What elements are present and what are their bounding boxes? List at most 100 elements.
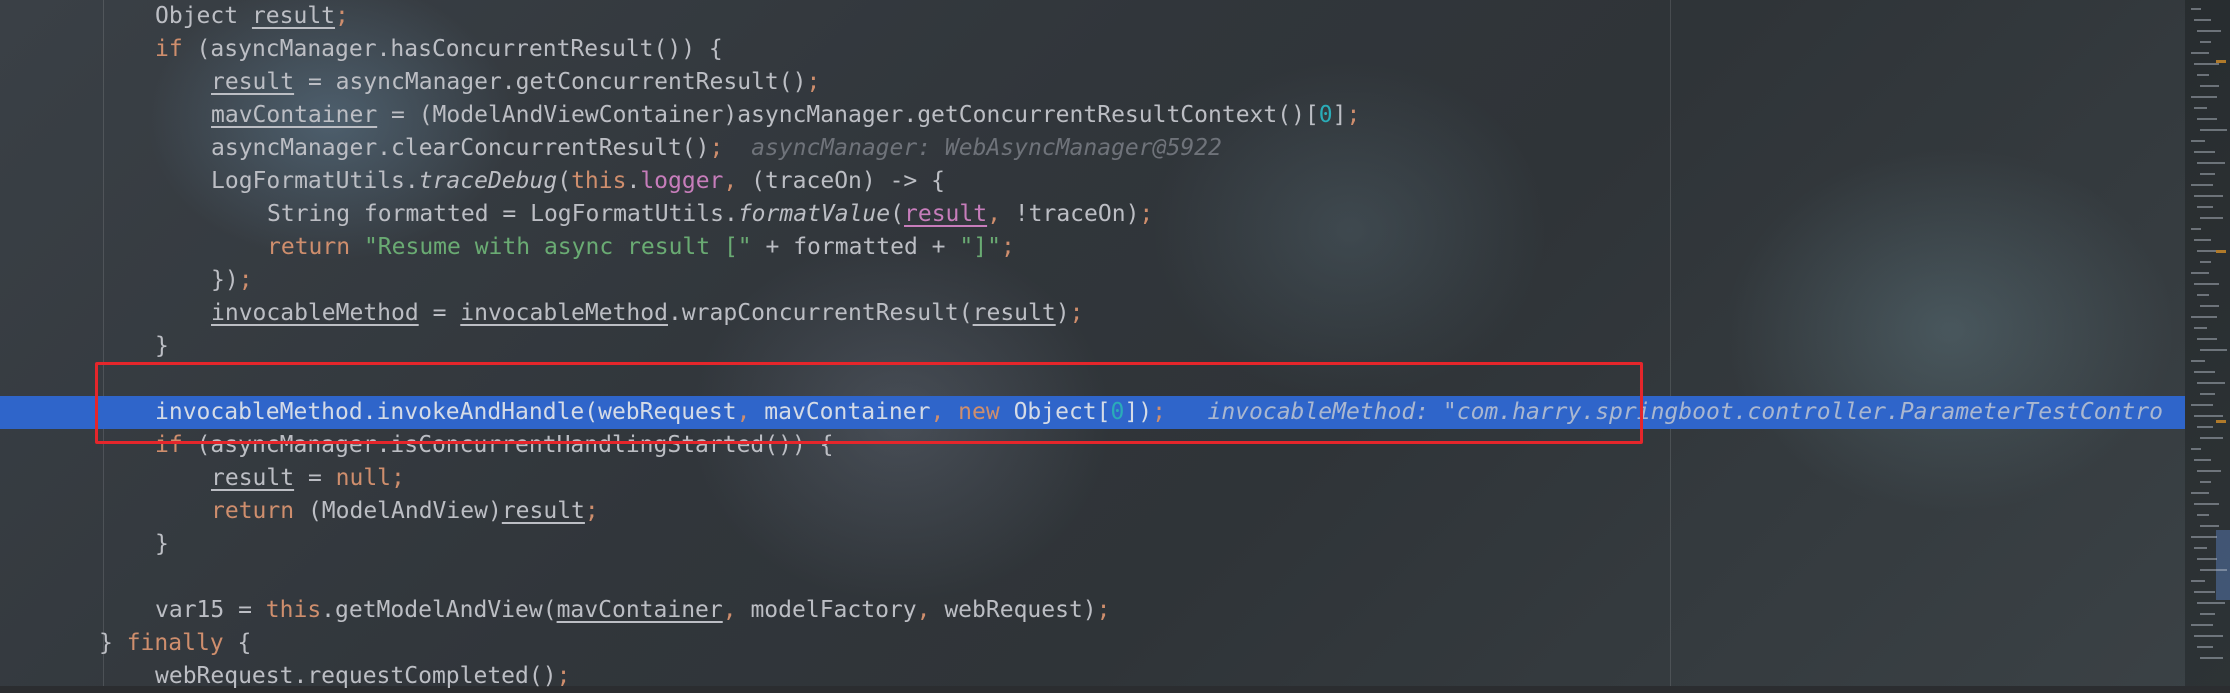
minimap-line xyxy=(2191,360,2205,362)
code-line[interactable]: return (ModelAndView)result; xyxy=(0,495,2185,528)
code-token: asyncManager.clearConcurrentResult() xyxy=(211,135,710,161)
code-token: webRequest.requestCompleted() xyxy=(155,663,557,689)
minimap-line xyxy=(2200,525,2219,527)
code-token: mavContainer xyxy=(211,102,378,128)
minimap-line xyxy=(2191,624,2213,626)
minimap-line xyxy=(2197,74,2209,76)
code-token: result xyxy=(972,300,1056,326)
code-text: String formatted = LogFormatUtils.format… xyxy=(267,198,1153,231)
code-token: ( xyxy=(890,201,904,227)
code-token: , xyxy=(722,597,751,623)
code-token: var15 = xyxy=(155,597,266,623)
minimap-line xyxy=(2194,415,2223,417)
minimap-marker xyxy=(2216,420,2226,423)
code-line[interactable]: Object result; xyxy=(0,0,2185,33)
minimap-line xyxy=(2191,140,2205,142)
minimap-line xyxy=(2191,52,2209,54)
code-token: "Resume with async result [" xyxy=(363,234,752,260)
code-line[interactable]: if (asyncManager.hasConcurrentResult()) … xyxy=(0,33,2185,66)
code-token: ; xyxy=(584,498,599,524)
minimap-scroll-thumb[interactable] xyxy=(2216,530,2230,600)
code-line[interactable]: webRequest.requestCompleted(); xyxy=(0,660,2185,693)
code-line[interactable]: mavContainer = (ModelAndViewContainer)as… xyxy=(0,99,2185,132)
minimap-line xyxy=(2200,569,2227,571)
code-token: } xyxy=(99,630,127,656)
minimap-line xyxy=(2194,591,2215,593)
code-token: ] xyxy=(1332,102,1347,128)
minimap-line xyxy=(2191,272,2209,274)
code-token: String formatted = LogFormatUtils. xyxy=(267,201,738,227)
code-line[interactable]: invocableMethod = invocableMethod.wrapCo… xyxy=(0,297,2185,330)
code-token: webRequest) xyxy=(944,597,1097,623)
minimap-line xyxy=(2191,184,2213,186)
minimap-marker xyxy=(2216,60,2226,63)
code-text: webRequest.requestCompleted(); xyxy=(155,660,570,693)
code-token: { xyxy=(237,630,252,656)
minimap-line xyxy=(2191,8,2201,10)
minimap-line xyxy=(2191,536,2217,538)
code-token: ; xyxy=(238,267,253,293)
minimap-line xyxy=(2200,217,2223,219)
minimap-line xyxy=(2200,481,2211,483)
code-token: ; xyxy=(556,663,571,689)
code-token: ) xyxy=(1055,300,1070,326)
code-text: invocableMethod = invocableMethod.wrapCo… xyxy=(211,297,1083,330)
code-line[interactable]: asyncManager.clearConcurrentResult(); as… xyxy=(0,132,2185,165)
code-token: ; xyxy=(1069,300,1084,326)
minimap-line xyxy=(2194,547,2207,549)
code-token: result xyxy=(211,465,295,491)
code-token: ; xyxy=(806,69,821,95)
code-line[interactable]: result = asyncManager.getConcurrentResul… xyxy=(0,66,2185,99)
code-token: mavContainer xyxy=(556,597,723,623)
code-token: return xyxy=(267,234,364,260)
code-token: } xyxy=(155,531,169,557)
code-token: traceDebug xyxy=(418,168,558,194)
minimap-line xyxy=(2191,404,2213,406)
code-line[interactable]: return "Resume with async result [" + fo… xyxy=(0,231,2185,264)
code-token: asyncManager: WebAsyncManager@5922 xyxy=(751,135,1222,161)
code-line[interactable]: } xyxy=(0,528,2185,561)
minimap-line xyxy=(2200,657,2223,659)
code-text: } finally { xyxy=(99,627,251,660)
code-line[interactable]: } xyxy=(0,330,2185,363)
minimap-line xyxy=(2191,580,2205,582)
code-token: result xyxy=(904,201,988,227)
minimap-line xyxy=(2191,316,2217,318)
minimap-line xyxy=(2194,327,2207,329)
minimap-line xyxy=(2194,107,2207,109)
code-line[interactable]: LogFormatUtils.traceDebug(this.logger, (… xyxy=(0,165,2185,198)
code-token: formatValue xyxy=(737,201,891,227)
code-token: return xyxy=(211,498,308,524)
code-minimap[interactable] xyxy=(2185,0,2230,686)
code-token: Object xyxy=(155,3,252,29)
minimap-line xyxy=(2194,635,2223,637)
code-line[interactable]: result = null; xyxy=(0,462,2185,495)
code-token: , xyxy=(916,597,945,623)
code-token: !traceOn) xyxy=(1014,201,1140,227)
code-line[interactable] xyxy=(0,561,2185,594)
code-editor[interactable]: Object result; if (asyncManager.hasConcu… xyxy=(0,0,2185,689)
code-text: if (asyncManager.hasConcurrentResult()) … xyxy=(155,33,723,66)
code-token: .getModelAndView( xyxy=(321,597,557,623)
code-token: = asyncManager.getConcurrentResult() xyxy=(294,69,807,95)
minimap-line xyxy=(2197,294,2209,296)
code-token: (ModelAndView) xyxy=(307,498,502,524)
code-token: .wrapConcurrentResult( xyxy=(667,300,973,326)
code-token: ; xyxy=(1096,597,1111,623)
code-line[interactable]: }); xyxy=(0,264,2185,297)
minimap-line xyxy=(2194,503,2219,505)
minimap-line xyxy=(2200,393,2215,395)
code-line[interactable]: } finally { xyxy=(0,627,2185,660)
minimap-line xyxy=(2194,371,2215,373)
red-annotation-box xyxy=(95,362,1643,444)
code-token: modelFactory xyxy=(750,597,917,623)
minimap-line xyxy=(2194,459,2211,461)
code-token: logger xyxy=(640,168,724,194)
code-line[interactable]: String formatted = LogFormatUtils.format… xyxy=(0,198,2185,231)
code-text: asyncManager.clearConcurrentResult(); as… xyxy=(211,132,1222,165)
code-token: this xyxy=(265,597,322,623)
code-text: result = asyncManager.getConcurrentResul… xyxy=(211,66,820,99)
code-line[interactable]: var15 = this.getModelAndView(mavContaine… xyxy=(0,594,2185,627)
minimap-line xyxy=(2197,382,2225,384)
